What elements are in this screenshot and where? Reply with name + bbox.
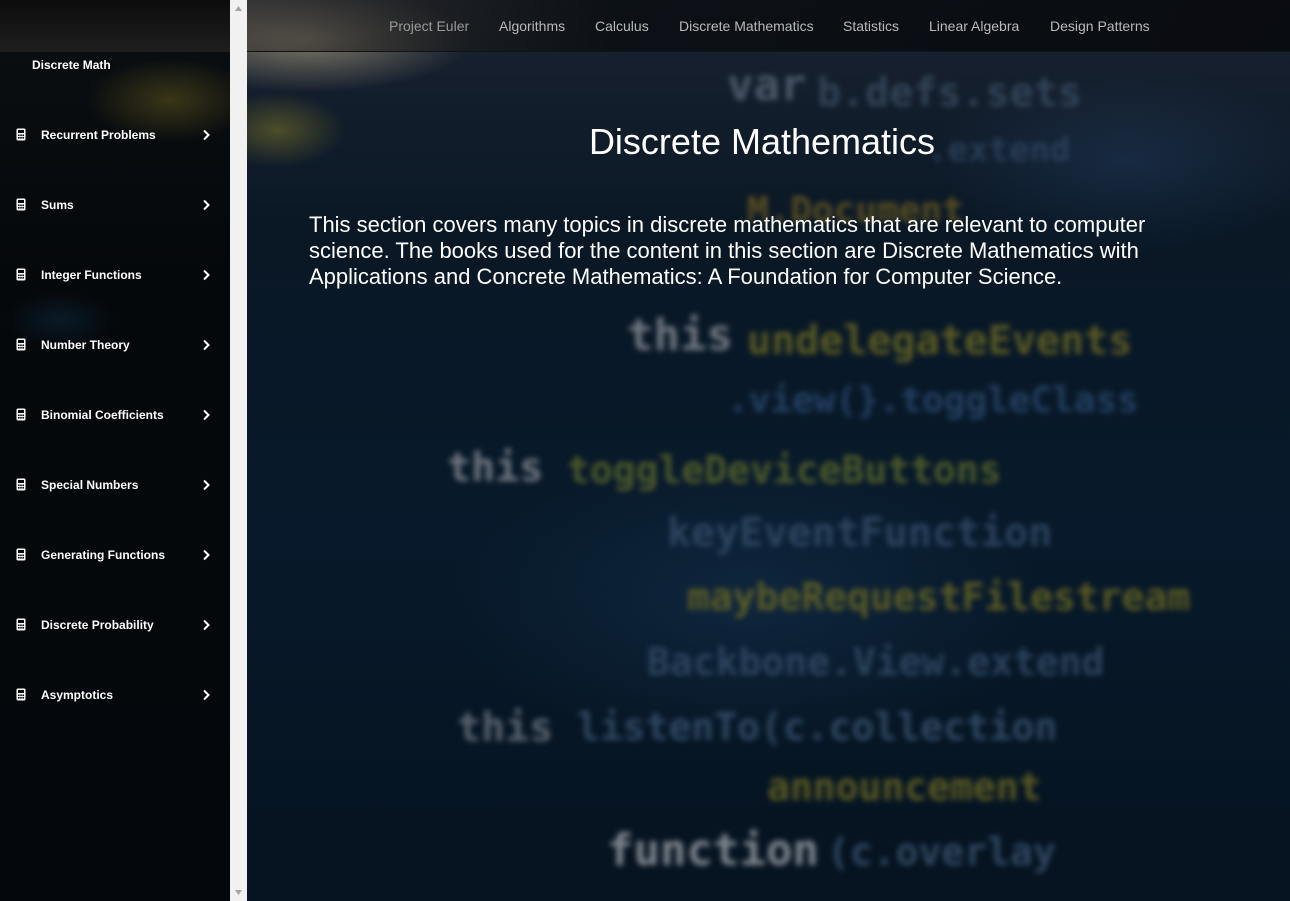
sidebar-item-label: Binomial Coefficients [41,408,164,422]
calculator-icon [16,548,26,561]
calculator-icon [16,198,26,211]
calculator-icon [16,268,26,281]
calculator-icon [16,618,26,631]
sidebar-item-special-numbers[interactable]: Special Numbers [0,450,230,520]
sidebar-item-label: Integer Functions [41,268,142,282]
sidebar-item-label: Special Numbers [41,478,139,492]
sidebar-item-label: Number Theory [41,338,130,352]
page-title: Discrete Mathematics [588,121,936,162]
chevron-right-icon [203,689,210,701]
nav-item-linear-algebra[interactable]: Linear Algebra [929,18,1019,34]
chevron-right-icon [203,199,210,211]
sidebar-item-label: Discrete Probability [41,618,154,632]
calculator-icon [16,688,26,701]
sidebar-item-discrete-probability[interactable]: Discrete Probability [0,590,230,660]
calculator-icon [16,128,26,141]
sidebar-scrollbar[interactable] [230,0,247,901]
page-description: This section covers many topics in discr… [309,212,1146,289]
sidebar: Discrete Math Recurrent Problems Sums In… [0,0,230,901]
nav-item-algorithms[interactable]: Algorithms [499,18,565,34]
calculator-icon [16,338,26,351]
calculator-icon [16,408,26,421]
sidebar-item-number-theory[interactable]: Number Theory [0,310,230,380]
sidebar-item-generating-functions[interactable]: Generating Functions [0,520,230,590]
sidebar-menu: Recurrent Problems Sums Integer Function… [0,100,230,730]
sidebar-item-label: Sums [41,198,74,212]
chevron-right-icon [203,549,210,561]
chevron-right-icon [203,619,210,631]
chevron-right-icon [203,479,210,491]
nav-item-discrete-mathematics[interactable]: Discrete Mathematics [679,18,814,34]
scroll-down-arrow-icon[interactable] [234,889,243,896]
sidebar-item-binomial-coefficients[interactable]: Binomial Coefficients [0,380,230,450]
nav-item-calculus[interactable]: Calculus [595,18,649,34]
sidebar-item-sums[interactable]: Sums [0,170,230,240]
chevron-right-icon [203,409,210,421]
sidebar-item-integer-functions[interactable]: Integer Functions [0,240,230,310]
chevron-right-icon [203,339,210,351]
top-navigation: Project Euler Algorithms Calculus Discre… [247,0,1290,52]
calculator-icon [16,478,26,491]
scroll-up-arrow-icon[interactable] [234,5,243,12]
sidebar-item-recurrent-problems[interactable]: Recurrent Problems [0,100,230,170]
sidebar-item-asymptotics[interactable]: Asymptotics [0,660,230,730]
sidebar-item-label: Asymptotics [41,688,114,702]
sidebar-header [0,0,230,52]
nav-item-design-patterns[interactable]: Design Patterns [1050,18,1150,34]
nav-item-statistics[interactable]: Statistics [843,18,899,34]
sidebar-item-label: Generating Functions [41,548,166,562]
chevron-right-icon [203,129,210,141]
sidebar-item-label: Recurrent Problems [41,128,156,142]
nav-item-project-euler[interactable]: Project Euler [389,18,469,34]
chevron-right-icon [203,269,210,281]
main-content: var b.defs.sets .extend M.Document this … [247,0,1290,901]
sidebar-title: Discrete Math [32,58,111,72]
